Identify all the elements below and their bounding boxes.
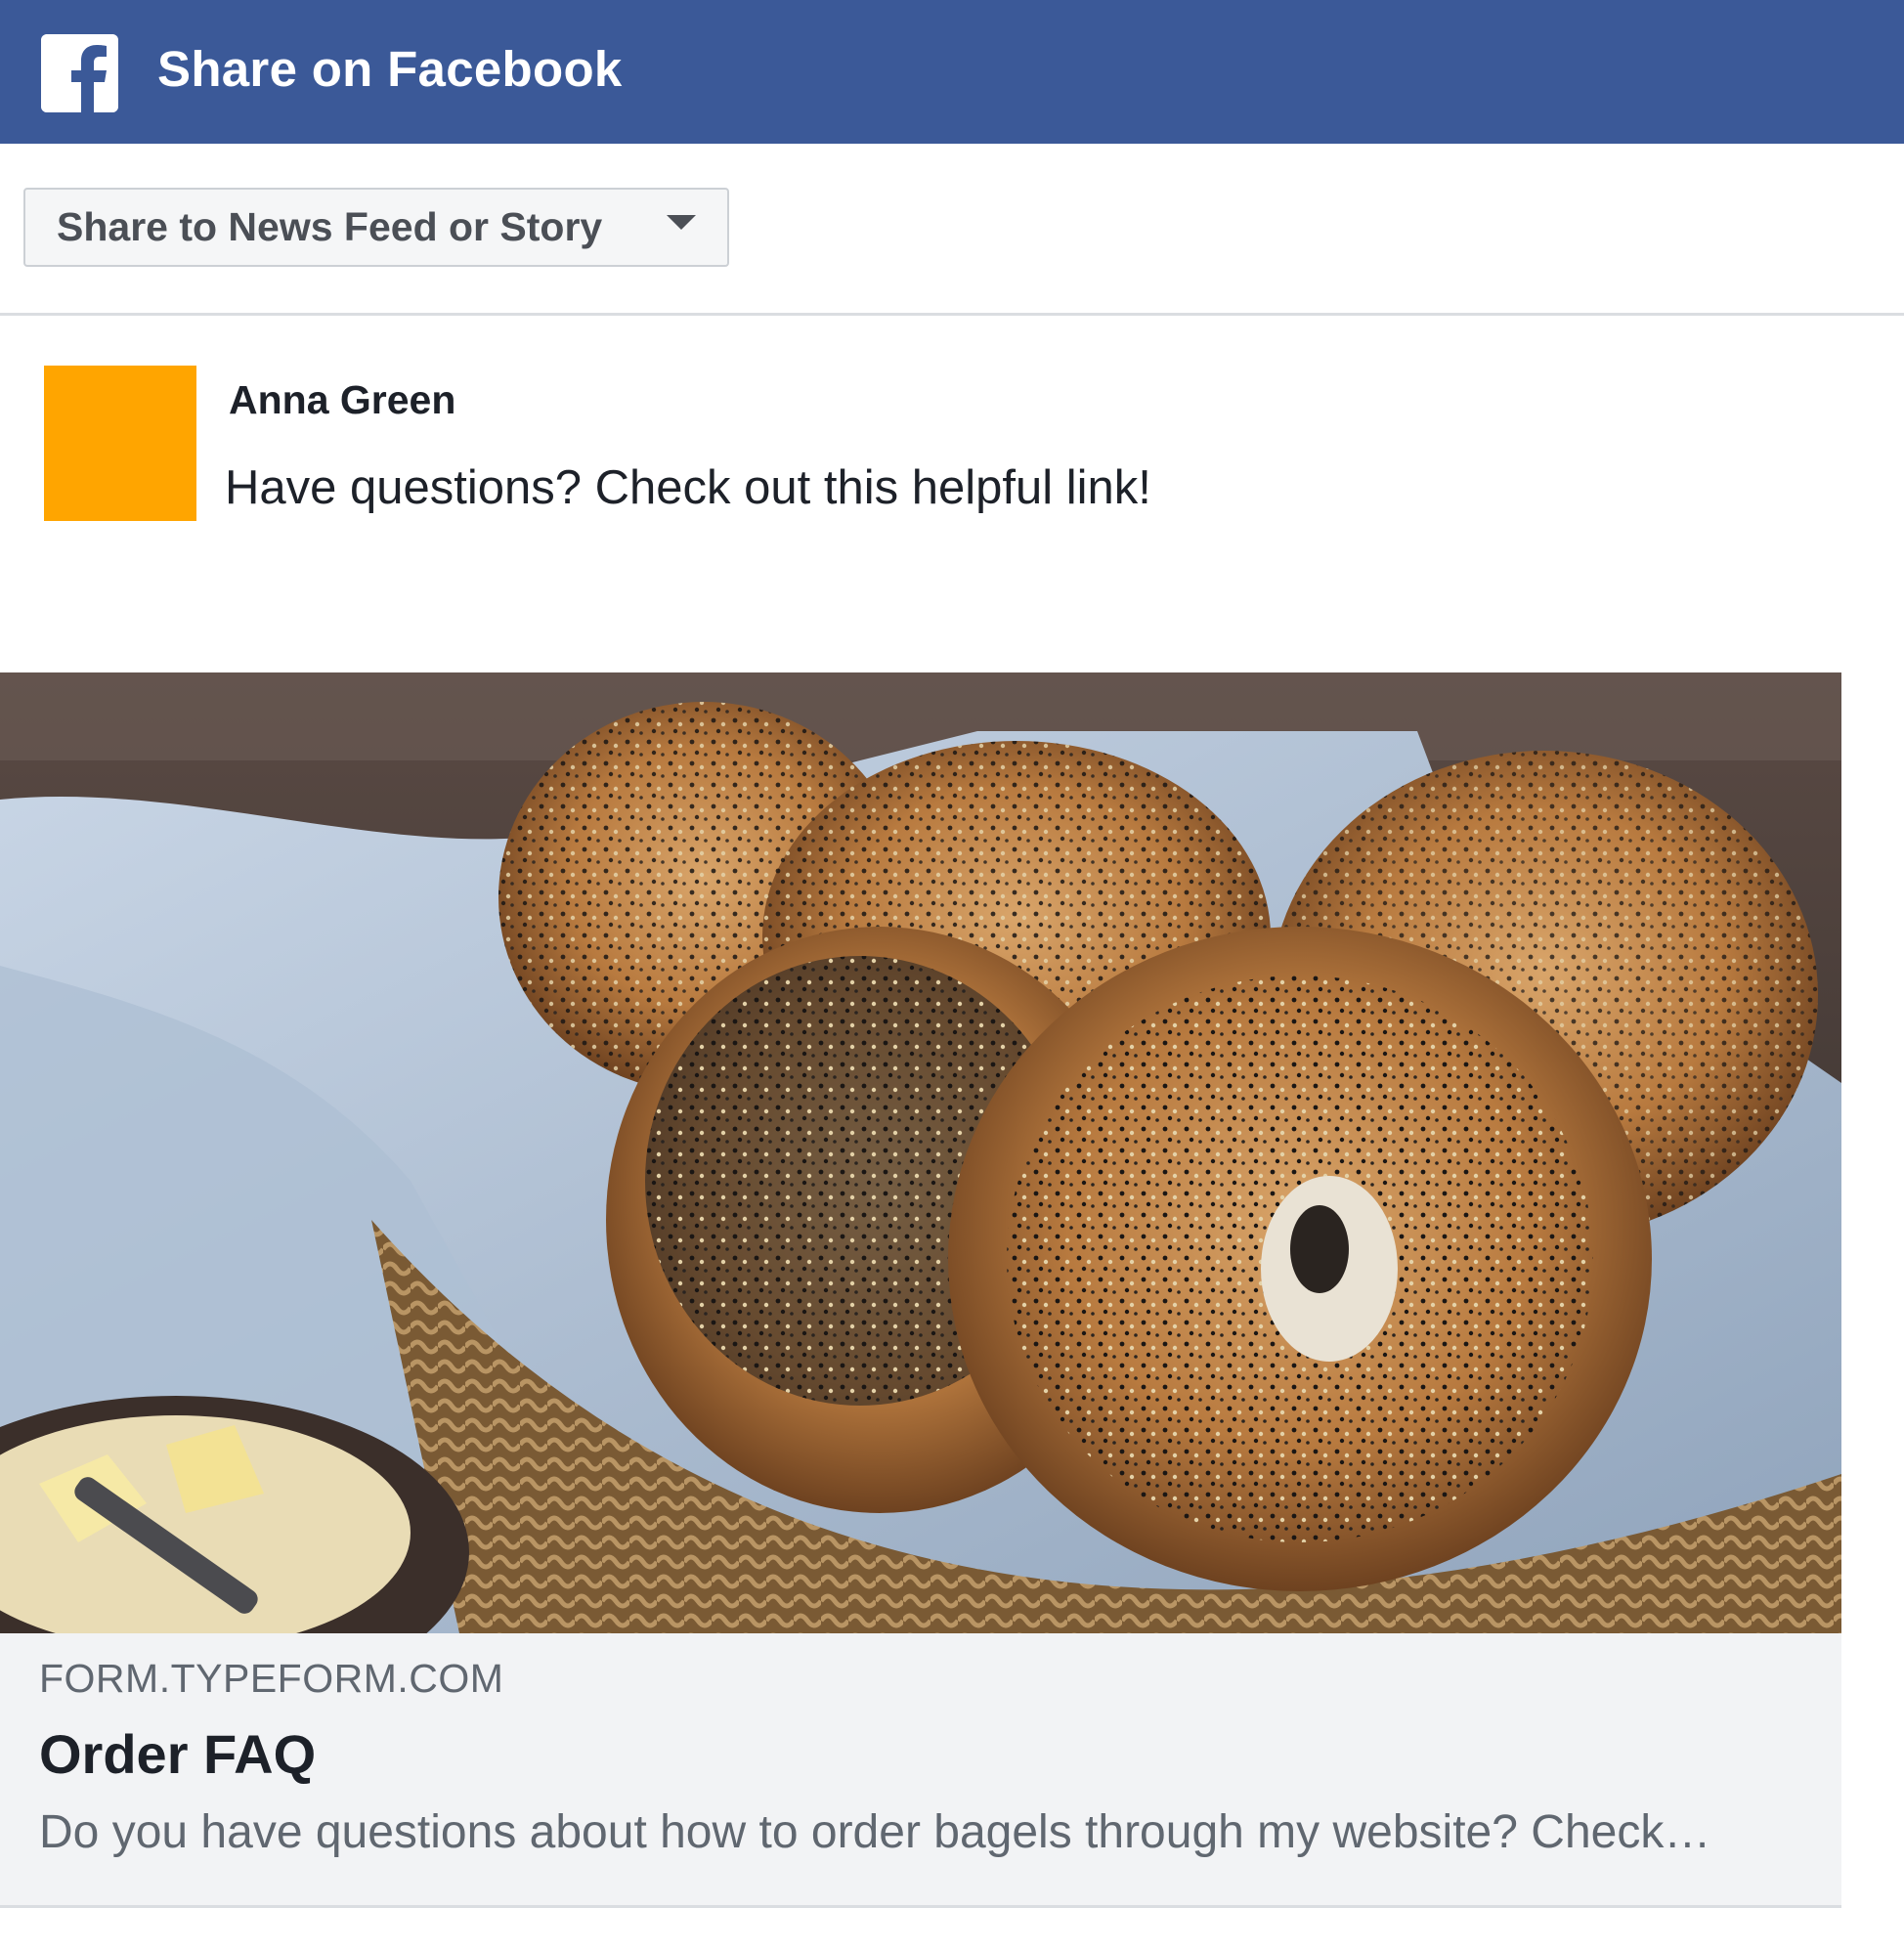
divider xyxy=(0,313,1904,316)
link-domain: FORM.TYPEFORM.COM xyxy=(39,1656,504,1701)
dialog-header: Share on Facebook xyxy=(0,0,1904,144)
caret-down-icon xyxy=(667,215,696,230)
link-preview-meta[interactable]: FORM.TYPEFORM.COM Order FAQ Do you have … xyxy=(0,1633,1841,1908)
facebook-icon xyxy=(41,34,118,112)
avatar[interactable] xyxy=(44,366,196,521)
link-preview-image[interactable] xyxy=(0,672,1841,1633)
author-name[interactable]: Anna Green xyxy=(229,374,455,425)
dialog-title: Share on Facebook xyxy=(157,41,623,97)
post-message[interactable]: Have questions? Check out this helpful l… xyxy=(225,457,1151,518)
share-target-dropdown[interactable]: Share to News Feed or Story xyxy=(23,188,729,267)
share-target-label: Share to News Feed or Story xyxy=(57,204,603,249)
link-title[interactable]: Order FAQ xyxy=(39,1721,316,1788)
link-preview-card[interactable]: FORM.TYPEFORM.COM Order FAQ Do you have … xyxy=(0,672,1842,1908)
link-description: Do you have questions about how to order… xyxy=(39,1806,1711,1858)
